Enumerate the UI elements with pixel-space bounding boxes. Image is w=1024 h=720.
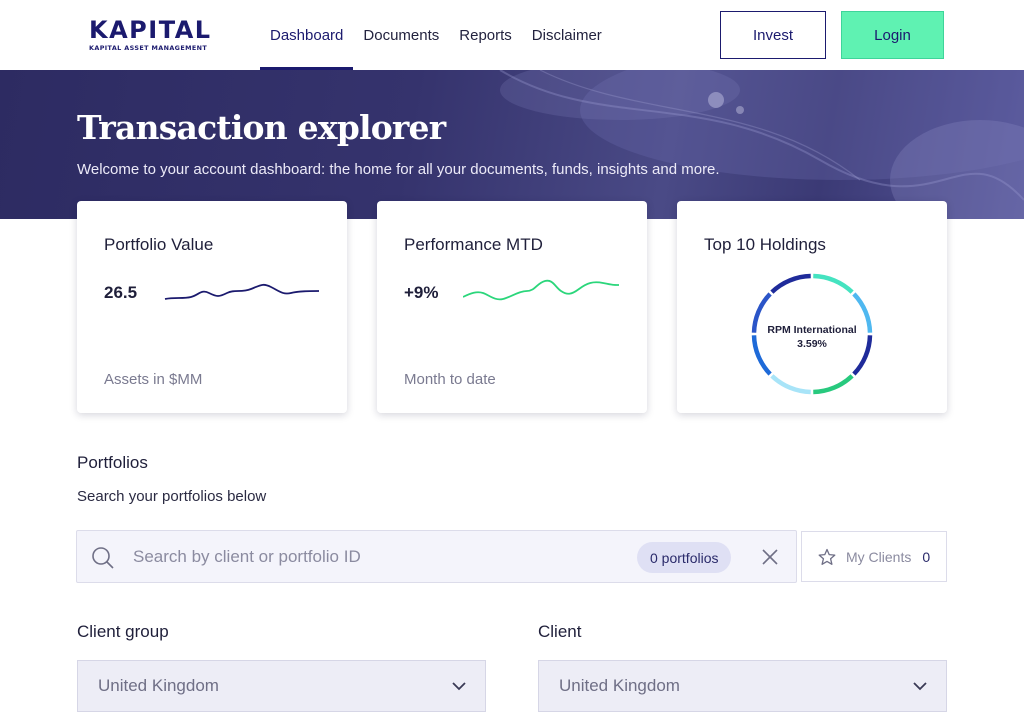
portfolios-heading: Portfolios	[77, 453, 148, 472]
performance-title: Performance MTD	[404, 235, 543, 254]
page-subtitle: Welcome to your account dashboard: the h…	[77, 161, 720, 178]
nav-reports[interactable]: Reports	[449, 0, 522, 70]
my-clients-button[interactable]: My Clients 0	[801, 531, 947, 582]
portfolios-subheading: Search your portfolios below	[77, 488, 267, 505]
portfolio-value-title: Portfolio Value	[104, 235, 214, 254]
nav-documents[interactable]: Documents	[353, 0, 449, 70]
nav-dashboard[interactable]: Dashboard	[260, 0, 354, 70]
performance-mtd-card[interactable]: Performance MTD +9% Month to date	[377, 201, 647, 413]
search-icon	[92, 547, 114, 569]
client-group-select[interactable]: United Kingdom	[77, 660, 486, 712]
portfolio-value-card[interactable]: Portfolio Value 26.5 Assets in $MM	[77, 201, 347, 413]
donut-segment	[813, 374, 854, 395]
top-holdings-title: Top 10 Holdings	[704, 235, 826, 254]
star-icon	[818, 548, 836, 565]
top-holdings-card[interactable]: Top 10 Holdings RPM International 3.59%	[677, 201, 947, 413]
portfolio-search-box: 0 portfolios	[76, 530, 797, 583]
holdings-center-name: RPM International	[767, 324, 857, 336]
performance-caption: Month to date	[404, 371, 496, 388]
my-clients-count: 0	[922, 548, 931, 565]
nav-disclaimer[interactable]: Disclaimer	[522, 0, 612, 70]
donut-segment	[770, 273, 811, 294]
client-select[interactable]: United Kingdom	[538, 660, 947, 712]
portfolio-count-badge: 0 portfolios	[637, 542, 732, 573]
search-input[interactable]	[133, 543, 613, 571]
portfolio-value-caption: Assets in $MM	[104, 371, 203, 388]
client-value: United Kingdom	[559, 676, 680, 695]
hero-banner: Transaction explorer Welcome to your acc…	[0, 70, 1024, 219]
performance-sparkline	[463, 279, 620, 301]
my-clients-label: My Clients	[846, 548, 912, 565]
logo-tagline: KAPITAL ASSET MANAGEMENT	[89, 44, 208, 52]
donut-segment	[813, 273, 854, 294]
chevron-down-icon	[452, 682, 466, 691]
holdings-center-value: 3.59%	[797, 338, 827, 350]
chevron-down-icon	[913, 682, 927, 691]
client-label: Client	[538, 622, 582, 641]
client-group-label: Client group	[77, 622, 169, 641]
close-icon[interactable]	[761, 548, 779, 566]
client-group-value: United Kingdom	[98, 676, 219, 695]
portfolio-value-amount: 26.5	[104, 283, 138, 302]
donut-segment	[770, 374, 811, 395]
invest-button[interactable]: Invest	[720, 11, 826, 59]
performance-amount: +9%	[404, 283, 439, 302]
logo-wordmark: KAPITAL	[89, 16, 212, 44]
page-title: Transaction explorer	[77, 108, 446, 147]
portfolio-sparkline	[164, 283, 320, 300]
main-nav: Dashboard Documents Reports Disclaimer	[260, 0, 612, 70]
kapital-logo[interactable]: KAPITAL KAPITAL ASSET MANAGEMENT	[89, 18, 212, 52]
top-navigation-bar: KAPITAL KAPITAL ASSET MANAGEMENT Dashboa…	[0, 0, 1024, 70]
login-button[interactable]: Login	[841, 11, 944, 59]
